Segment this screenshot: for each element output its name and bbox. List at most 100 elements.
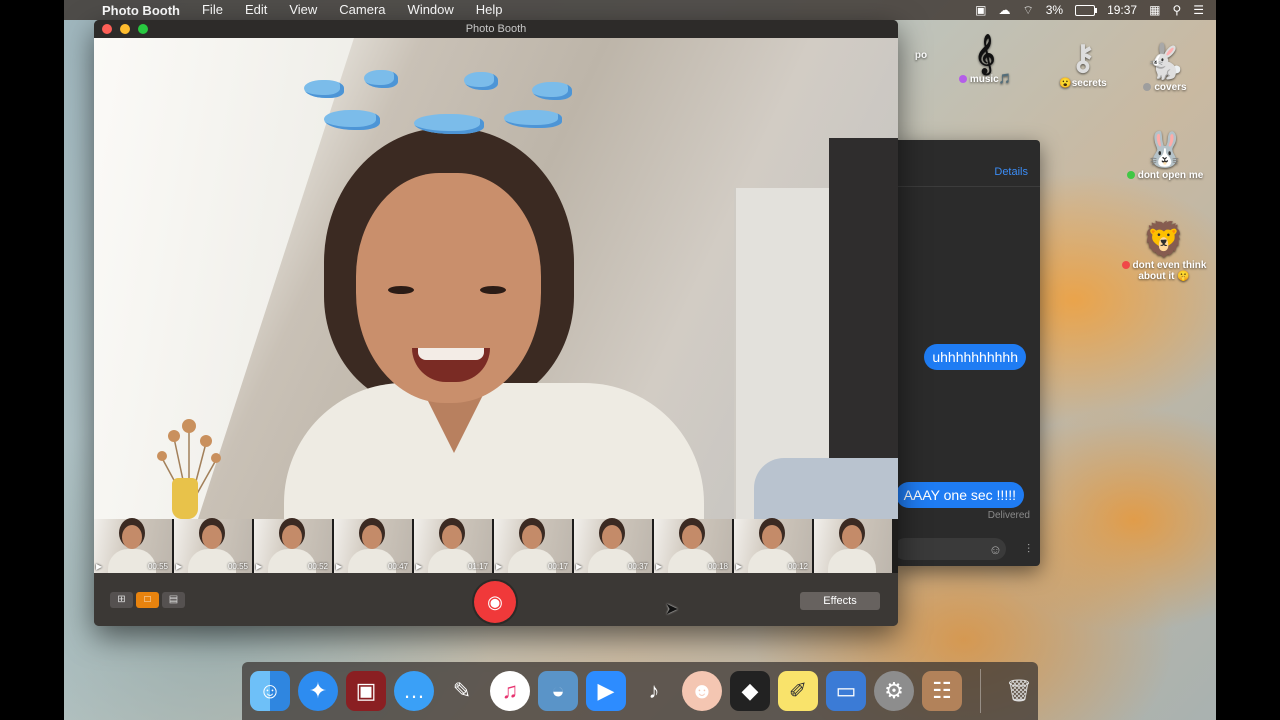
desktop-icon-po[interactable]: po	[896, 50, 946, 61]
audio-message-icon[interactable]: ⫶	[1027, 542, 1030, 557]
birds-effect-overlay	[294, 70, 594, 140]
thumbnail[interactable]: ▶ 01:17	[414, 519, 492, 573]
bird-icon	[464, 72, 498, 90]
battery-percent[interactable]: 3%	[1046, 3, 1063, 17]
minimize-window-button[interactable]	[120, 24, 130, 34]
bunny-doll-icon: 🐰	[1143, 131, 1187, 169]
video-mode-icon[interactable]: ▤	[162, 592, 185, 608]
desktop-icon-covers[interactable]: 🐇 covers	[1130, 42, 1200, 93]
message-bubble[interactable]: AAAY one sec !!!!!	[895, 482, 1024, 508]
thumbnail-duration: 00:37	[627, 562, 648, 571]
close-window-button[interactable]	[102, 24, 112, 34]
desktop-icon-music[interactable]: 𝄞 music🎵	[950, 34, 1020, 85]
thumbnail-duration: 00:18	[707, 562, 728, 571]
thumbnail[interactable]: ▶ 00:17	[494, 519, 572, 573]
menu-camera[interactable]: Camera	[328, 0, 396, 20]
desktop-icon-emoji: 😮	[1059, 78, 1072, 89]
thumbnail[interactable]	[814, 519, 892, 573]
battery-icon[interactable]	[1075, 4, 1098, 16]
safari-icon[interactable]: ✦	[298, 671, 338, 711]
video-camera-icon: ▶	[336, 562, 343, 571]
menu-bar: Photo Booth File Edit View Camera Window…	[64, 0, 1216, 20]
video-camera-icon: ▶	[416, 562, 423, 571]
bird-icon	[414, 114, 484, 134]
finder-icon[interactable]: ☺	[250, 671, 290, 711]
trash-icon[interactable]: 🗑	[999, 671, 1039, 711]
garageband-icon[interactable]: ♪	[634, 671, 674, 711]
tag-dot	[958, 75, 967, 84]
window-titlebar[interactable]: Photo Booth	[94, 20, 898, 38]
thumbnail-duration: 00:12	[787, 562, 808, 571]
desktop-icon-secrets[interactable]: ⚷ 😮secrets	[1048, 38, 1118, 89]
menu-view[interactable]: View	[278, 0, 328, 20]
wifi-icon[interactable]: ⌔	[1022, 3, 1033, 18]
notification-center-icon[interactable]: ☰	[1193, 3, 1204, 17]
preview-icon[interactable]: ▭	[826, 671, 866, 711]
delivered-status: Delivered	[987, 510, 1030, 521]
video-camera-icon: ▶	[576, 562, 583, 571]
message-bubble[interactable]: uhhhhhhhhhh	[924, 344, 1026, 370]
creative-cloud-icon[interactable]: ☁	[998, 3, 1010, 17]
details-button[interactable]: Details	[994, 166, 1028, 178]
contacts-icon[interactable]: ☷	[922, 671, 962, 711]
clock[interactable]: 19:37	[1107, 3, 1137, 17]
calendar-icon[interactable]: ▦	[1149, 3, 1160, 17]
single-photo-mode-icon[interactable]: □	[136, 592, 159, 608]
dock: ☺ ✦ ▣ … ✎ ♫ ◒ ▶ ♪ ☻ ◆ ✐ ▭ ⚙ ☷ 🗑	[242, 662, 1038, 720]
face-app-icon[interactable]: ☻	[682, 671, 722, 711]
thumbnail[interactable]: ▶ 00:55	[94, 519, 172, 573]
bunny-icon: 🐇	[1143, 43, 1187, 81]
four-up-mode-icon[interactable]: ⊞	[110, 592, 133, 608]
thumbnail[interactable]: ▶ 00:12	[734, 519, 812, 573]
zoom-icon[interactable]: ▶	[586, 671, 626, 711]
lion-icon: 🦁	[1142, 221, 1186, 259]
treble-clef-icon: 𝄞	[974, 35, 996, 73]
thumbnail-duration: 00:47	[387, 562, 408, 571]
video-camera-icon: ▶	[736, 562, 743, 571]
thumbnail[interactable]: ▶ 00:55	[174, 519, 252, 573]
effects-button[interactable]: Effects	[800, 592, 880, 610]
eye	[480, 286, 506, 294]
thumbnail[interactable]: ▶ 00:37	[574, 519, 652, 573]
menu-window[interactable]: Window	[397, 0, 465, 20]
emoji-picker-icon[interactable]: ☺	[989, 542, 1002, 557]
photo-slideshow-icon[interactable]: ◆	[730, 671, 770, 711]
system-preferences-icon[interactable]: ⚙	[874, 671, 914, 711]
thumbnail[interactable]: ▶ 00:18	[654, 519, 732, 573]
sequel-pro-icon[interactable]: ◒	[538, 671, 578, 711]
menu-file[interactable]: File	[191, 0, 234, 20]
thumbnail-strip[interactable]: ▶ 00:55 ▶ 00:55 ▶ 00:52 ▶ 00:47 ▶ 01:17 ▶ 00:1…	[94, 519, 898, 573]
window-controls	[102, 24, 148, 34]
app-name-menu[interactable]: Photo Booth	[94, 3, 191, 18]
mouse-pointer-icon: ➤	[665, 601, 679, 618]
take-photo-button[interactable]: ◉	[474, 581, 516, 623]
desktop-icon-dont-open-me[interactable]: 🐰 dont open me	[1120, 130, 1210, 181]
tag-dot	[1126, 171, 1135, 180]
eye	[388, 286, 414, 294]
bird-icon	[364, 70, 398, 88]
photo-booth-icon[interactable]: ▣	[346, 671, 386, 711]
desktop-icon-dont-even-think-about-it[interactable]: 🦁 dont even think about it 🤫	[1114, 220, 1214, 282]
photo-booth-window[interactable]: Photo Booth ▶ 00:55 ▶ 00:55 ▶ 00:52 ▶ 00…	[94, 20, 898, 626]
thumbnail[interactable]: ▶ 00:47	[334, 519, 412, 573]
itunes-icon[interactable]: ♫	[490, 671, 530, 711]
video-camera-icon: ▶	[256, 562, 263, 571]
camera-preview	[94, 38, 898, 519]
video-camera-icon: ▶	[496, 562, 503, 571]
messages-window[interactable]: Details uhhhhhhhhhh AAAY one sec !!!!! D…	[894, 140, 1040, 566]
menu-help[interactable]: Help	[465, 0, 514, 20]
photo-booth-toolbar: ⊞ □ ▤ ◉ Effects	[94, 573, 898, 626]
messages-icon[interactable]: …	[394, 671, 434, 711]
spotlight-search-icon[interactable]: ⚲	[1172, 3, 1181, 17]
stickies-icon[interactable]: ✐	[778, 671, 818, 711]
bird-icon	[324, 110, 380, 130]
desktop: Photo Booth File Edit View Camera Window…	[64, 0, 1216, 720]
fullscreen-window-button[interactable]	[138, 24, 148, 34]
tag-dot	[1143, 83, 1152, 92]
camera-icon: ◉	[487, 592, 503, 612]
thumbnail[interactable]: ▶ 00:52	[254, 519, 332, 573]
camera-status-icon[interactable]: ▣	[975, 3, 986, 17]
inkscape-icon[interactable]: ✎	[442, 671, 482, 711]
thumbnail-duration: 00:52	[307, 562, 328, 571]
menu-edit[interactable]: Edit	[234, 0, 278, 20]
